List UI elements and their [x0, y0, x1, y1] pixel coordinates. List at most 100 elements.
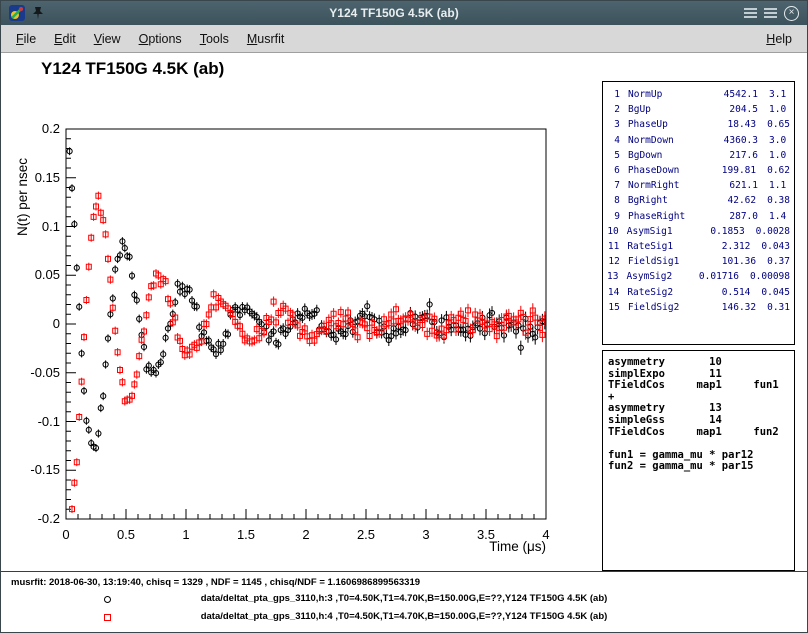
parameter-value: 0.01716 — [690, 269, 738, 284]
canvas-area: Y124 TF150G 4.5K (ab) 0.20.150.10.050-0.… — [1, 53, 807, 632]
parameter-number: 15 — [607, 300, 620, 315]
legend-row: data/deltat_pta_gps_3110,h:3 ,T0=4.50K,T… — [1, 593, 807, 607]
theory-line: simpleGss 14 — [608, 415, 789, 427]
parameter-value: 621.1 — [702, 178, 758, 193]
parameter-number: 4 — [607, 133, 620, 148]
x-tick-label: 1.5 — [221, 527, 271, 542]
menu-file[interactable]: File — [7, 28, 45, 50]
shade-icon[interactable] — [744, 8, 757, 18]
parameter-value: 18.43 — [701, 117, 756, 132]
parameter-error: 1.4 — [769, 209, 790, 224]
legend-marker-square — [104, 614, 111, 621]
parameter-value: 0.1853 — [694, 224, 745, 239]
parameter-value: 4360.3 — [702, 133, 758, 148]
parameter-error: 0.65 — [767, 117, 790, 132]
x-tick-label: 1 — [161, 527, 211, 542]
parameter-number: 9 — [607, 209, 620, 224]
y-tick-label: 0.2 — [9, 121, 60, 136]
parameter-number: 10 — [607, 224, 619, 239]
parameter-row: 5BgDown217.61.0 — [607, 148, 790, 163]
parameter-error: 0.045 — [761, 285, 790, 300]
parameter-number: 5 — [607, 148, 620, 163]
parameter-error: 1.0 — [769, 102, 790, 117]
parameter-name: NormDown — [628, 133, 702, 148]
fit-info-line: musrfit: 2018-06-30, 13:19:40, chisq = 1… — [11, 577, 420, 588]
parameter-name: BgRight — [628, 193, 701, 208]
parameter-number: 2 — [607, 102, 620, 117]
parameter-number: 11 — [607, 239, 619, 254]
parameter-name: RateSig2 — [627, 285, 697, 300]
y-tick-label: -0.2 — [9, 511, 60, 526]
parameter-error: 0.043 — [761, 239, 790, 254]
theory-line: TFieldCos map1 fun1 — [608, 380, 789, 392]
plot-title: Y124 TF150G 4.5K (ab) — [41, 59, 224, 79]
parameter-name: AsymSig1 — [627, 224, 694, 239]
separator-line — [1, 571, 807, 572]
parameter-number: 1 — [607, 87, 620, 102]
legend-label: data/deltat_pta_gps_3110,h:3 ,T0=4.50K,T… — [1, 593, 807, 604]
parameter-name: BgUp — [628, 102, 702, 117]
app-icon — [9, 5, 25, 21]
parameter-error: 0.00098 — [750, 269, 790, 284]
app-window: Y124 TF150G 4.5K (ab) × FileEditViewOpti… — [0, 0, 808, 633]
parameter-error: 0.38 — [767, 193, 790, 208]
pin-icon[interactable] — [32, 6, 44, 20]
parameter-row: 6PhaseDown199.810.62 — [607, 163, 790, 178]
menu-musrfit[interactable]: Musrfit — [238, 28, 294, 50]
close-icon[interactable]: × — [784, 6, 799, 21]
y-tick-label: 0 — [9, 316, 60, 331]
menu-edit[interactable]: Edit — [45, 28, 85, 50]
parameter-row: 3PhaseUp18.430.65 — [607, 117, 790, 132]
y-tick-label: 0.05 — [9, 267, 60, 282]
parameter-row: 1NormUp4542.13.1 — [607, 87, 790, 102]
parameter-name: NormUp — [628, 87, 702, 102]
parameter-error: 0.31 — [767, 300, 790, 315]
parameter-name: FieldSig2 — [628, 300, 701, 315]
y-tick-label: -0.05 — [9, 365, 60, 380]
legend-label: data/deltat_pta_gps_3110,h:4 ,T0=4.50K,T… — [1, 611, 807, 622]
parameter-name: PhaseUp — [628, 117, 701, 132]
parameter-value: 0.514 — [697, 285, 750, 300]
parameter-row: 11 RateSig12.312 0.043 — [607, 239, 790, 254]
parameter-name: RateSig1 — [627, 239, 697, 254]
parameter-name: AsymSig2 — [626, 269, 690, 284]
menu-options[interactable]: Options — [130, 28, 191, 50]
parameter-error: 1.0 — [769, 148, 790, 163]
y-tick-label: -0.15 — [9, 462, 60, 477]
parameter-row: 12FieldSig1101.360.37 — [607, 254, 790, 269]
parameter-value: 217.6 — [702, 148, 758, 163]
plot-area: 0.20.150.10.050-0.05-0.1-0.15-0.200.511.… — [9, 89, 589, 559]
legend-row: data/deltat_pta_gps_3110,h:4 ,T0=4.50K,T… — [1, 611, 807, 625]
parameter-number: 7 — [607, 178, 620, 193]
theory-function-box: asymmetry 10simplExpo 11TFieldCos map1 f… — [602, 350, 795, 571]
parameter-row: 8BgRight42.620.38 — [607, 193, 790, 208]
parameter-value: 287.0 — [702, 209, 758, 224]
y-tick-label: -0.1 — [9, 414, 60, 429]
parameter-row: 9PhaseRight287.01.4 — [607, 209, 790, 224]
y-axis-label: N(t) per nsec — [15, 158, 30, 236]
parameter-row: 2 BgUp204.5 1.0 — [607, 102, 790, 117]
menu-help[interactable]: Help — [757, 28, 801, 50]
parameter-row: 4 NormDown4360.3 3.0 — [607, 133, 790, 148]
menu-tools[interactable]: Tools — [191, 28, 238, 50]
parameter-value: 146.32 — [701, 300, 756, 315]
theory-line: fun2 = gamma_mu * par15 — [608, 461, 789, 473]
window-menu-icon[interactable] — [764, 8, 777, 18]
parameter-error: 3.0 — [769, 133, 790, 148]
menu-view[interactable]: View — [85, 28, 130, 50]
x-tick-label: 0.5 — [101, 527, 151, 542]
plot-canvas[interactable] — [9, 89, 589, 559]
parameter-name: NormRight — [628, 178, 702, 193]
parameter-value: 2.312 — [697, 239, 750, 254]
x-axis-label: Time (μs) — [346, 539, 546, 554]
titlebar[interactable]: Y124 TF150G 4.5K (ab) × — [1, 1, 807, 25]
parameter-name: PhaseDown — [628, 163, 701, 178]
parameter-number: 6 — [607, 163, 620, 178]
parameter-error: 0.62 — [767, 163, 790, 178]
legend-marker-circle — [104, 596, 111, 603]
parameter-value: 204.5 — [702, 102, 758, 117]
parameter-value: 42.62 — [701, 193, 756, 208]
menu-items: FileEditViewOptionsToolsMusrfit — [7, 28, 293, 50]
parameter-row: 15 FieldSig2146.32 0.31 — [607, 300, 790, 315]
parameter-error: 1.1 — [769, 178, 790, 193]
